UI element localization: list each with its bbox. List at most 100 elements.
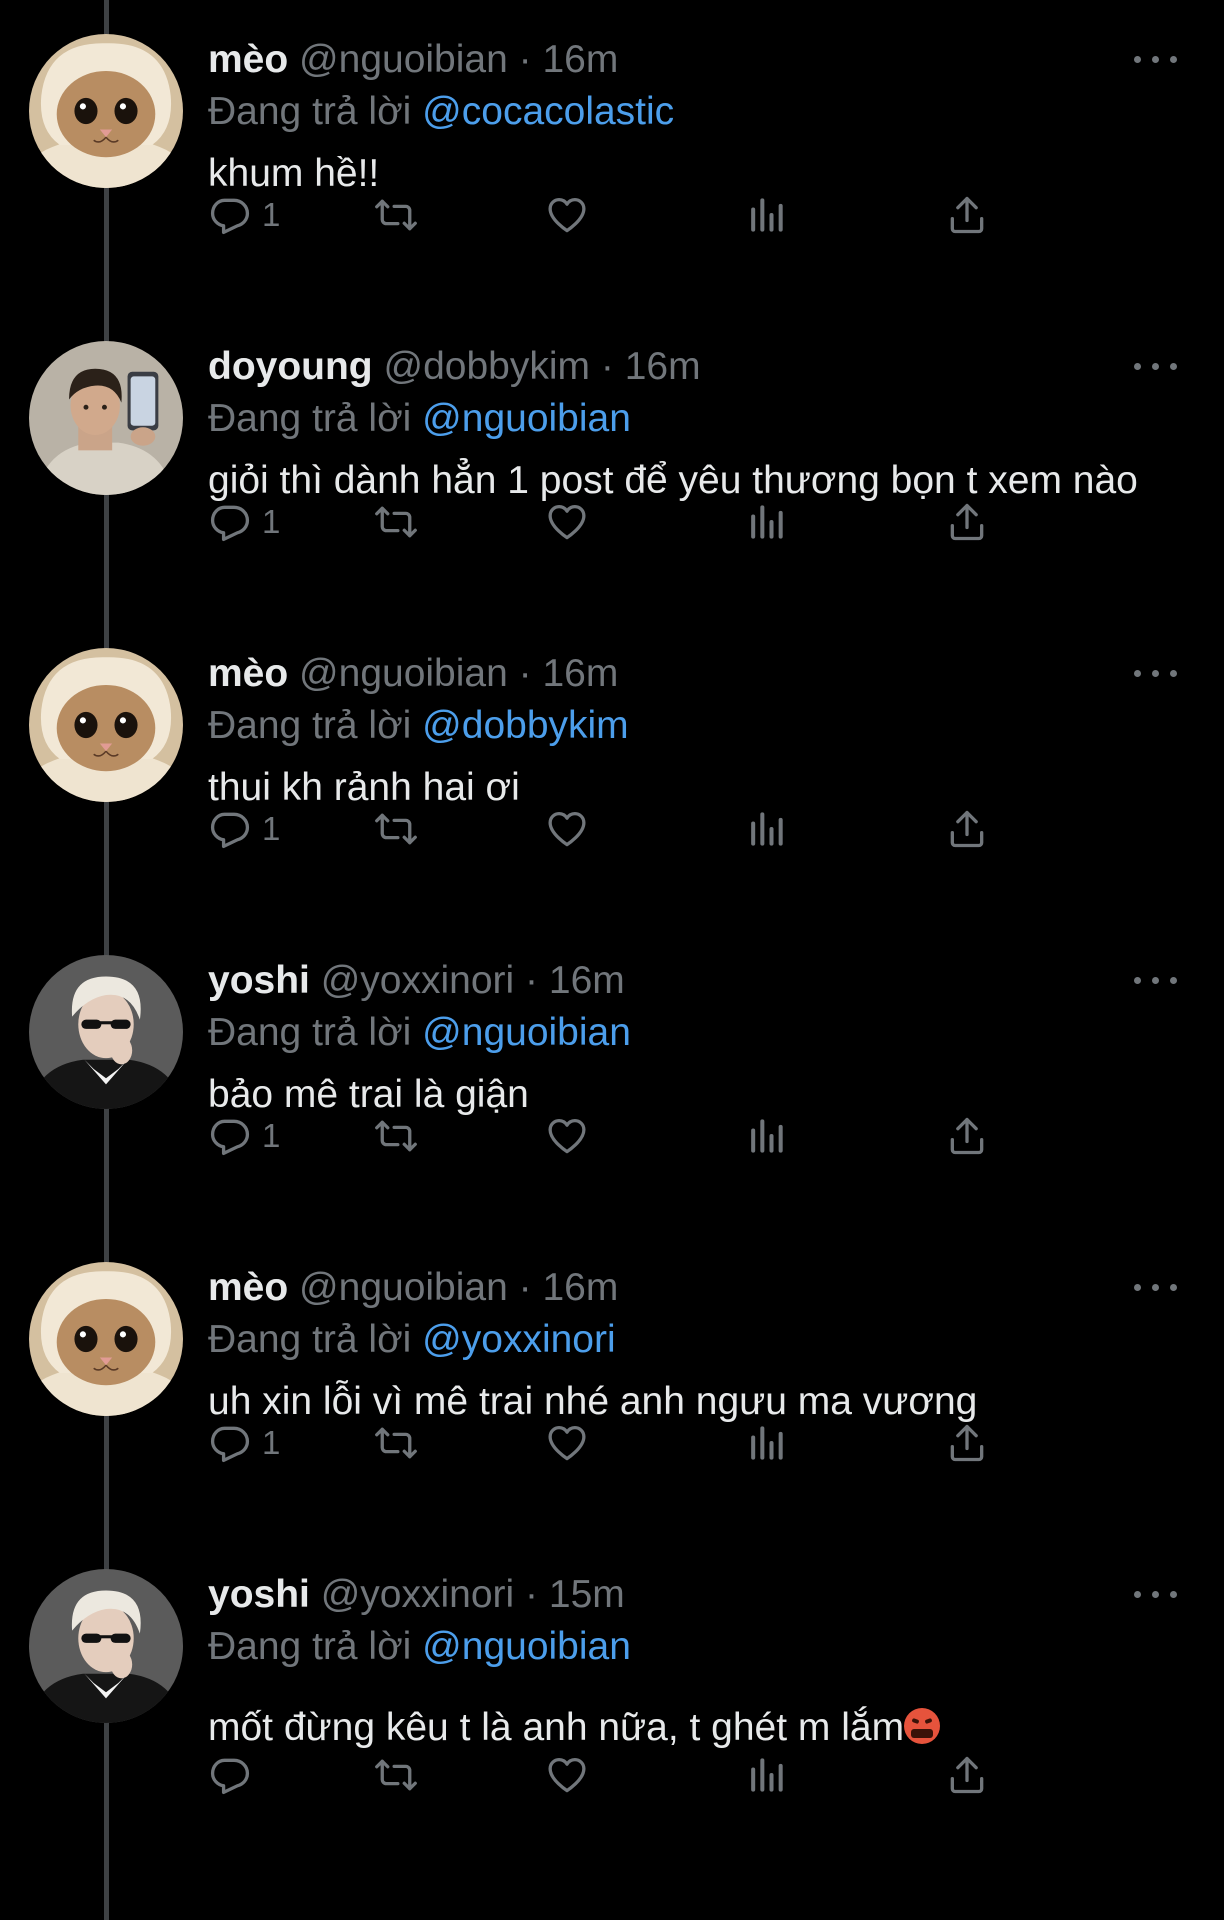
reply-button[interactable]: 1 (208, 492, 280, 552)
timestamp[interactable]: 16m (542, 1266, 618, 1309)
share-button[interactable] (945, 1745, 989, 1805)
avatar-person-glasses[interactable] (29, 1569, 183, 1723)
retweet-icon (375, 1427, 417, 1459)
views-button[interactable] (744, 185, 788, 245)
display-name[interactable]: doyoung (208, 345, 373, 388)
share-button[interactable] (945, 1106, 989, 1166)
share-button[interactable] (945, 799, 989, 859)
replying-to-label: Đang trả lời (208, 90, 412, 133)
retweet-button[interactable] (374, 1745, 418, 1805)
avatar-cat[interactable] (29, 1262, 183, 1416)
tweet-header: doyoung @dobbykim · 16m (208, 341, 701, 393)
separator-dot: · (525, 959, 539, 1002)
views-icon (751, 1426, 783, 1460)
mention-link[interactable]: @nguoibian (422, 1625, 631, 1668)
like-button[interactable] (545, 1106, 589, 1166)
like-button[interactable] (545, 185, 589, 245)
display-name[interactable]: mèo (208, 652, 288, 695)
like-button[interactable] (545, 799, 589, 859)
tweet[interactable]: mèo @nguoibian · 16m Đang trả lời @cocac… (0, 0, 1224, 307)
timestamp[interactable]: 16m (542, 652, 618, 695)
like-button[interactable] (545, 1745, 589, 1805)
separator-dot: · (600, 345, 614, 388)
display-name[interactable]: yoshi (208, 1573, 310, 1616)
retweet-icon (375, 1120, 417, 1152)
mention-link[interactable]: @nguoibian (422, 397, 631, 440)
reply-icon (210, 198, 250, 235)
share-button[interactable] (945, 185, 989, 245)
user-handle[interactable]: @yoxxinori (321, 1573, 514, 1616)
display-name[interactable]: mèo (208, 1266, 288, 1309)
user-handle[interactable]: @yoxxinori (321, 959, 514, 1002)
more-icon[interactable] (1128, 36, 1184, 82)
separator-dot: · (518, 652, 532, 695)
user-handle[interactable]: @nguoibian (299, 1266, 508, 1309)
tweet[interactable]: mèo @nguoibian · 16m Đang trả lời @dobby… (0, 614, 1224, 921)
more-icon[interactable] (1128, 1264, 1184, 1310)
replying-to-label: Đang trả lời (208, 397, 412, 440)
mention-link[interactable]: @cocacolastic (422, 90, 674, 133)
reply-count: 1 (262, 196, 281, 233)
retweet-button[interactable] (374, 1413, 418, 1473)
more-icon[interactable] (1128, 957, 1184, 1003)
views-button[interactable] (744, 799, 788, 859)
share-icon (950, 1424, 984, 1462)
user-handle[interactable]: @dobbykim (383, 345, 590, 388)
user-handle[interactable]: @nguoibian (299, 652, 508, 695)
display-name[interactable]: mèo (208, 38, 288, 81)
retweet-icon (375, 813, 417, 845)
tweet[interactable]: yoshi @yoxxinori · 16m Đang trả lời @ngu… (0, 921, 1224, 1228)
separator-dot: · (518, 38, 532, 81)
reply-button[interactable]: 1 (208, 1413, 280, 1473)
user-handle[interactable]: @nguoibian (299, 38, 508, 81)
retweet-button[interactable] (374, 799, 418, 859)
views-button[interactable] (744, 1745, 788, 1805)
display-name[interactable]: yoshi (208, 959, 310, 1002)
tweet-header: yoshi @yoxxinori · 15m (208, 1569, 625, 1621)
reply-icon (210, 812, 250, 849)
tweet-header: yoshi @yoxxinori · 16m (208, 955, 625, 1007)
reply-count: 1 (262, 1424, 281, 1461)
share-icon (950, 503, 984, 541)
reply-button[interactable]: 1 (208, 799, 280, 859)
reply-count: 1 (262, 810, 281, 847)
replying-to-label: Đang trả lời (208, 1011, 412, 1054)
mention-link[interactable]: @dobbykim (422, 704, 629, 747)
avatar-cat[interactable] (29, 34, 183, 188)
timestamp[interactable]: 15m (549, 1573, 625, 1616)
timestamp[interactable]: 16m (549, 959, 625, 1002)
reply-button[interactable] (208, 1745, 262, 1805)
reply-button[interactable]: 1 (208, 1106, 280, 1166)
reply-button[interactable]: 1 (208, 185, 280, 245)
share-button[interactable] (945, 1413, 989, 1473)
mention-link[interactable]: @nguoibian (422, 1011, 631, 1054)
separator-dot: · (518, 1266, 532, 1309)
action-bar: 1 (208, 1106, 1088, 1166)
replying-to: Đang trả lời @nguoibian (208, 1007, 631, 1059)
more-icon[interactable] (1128, 1571, 1184, 1617)
like-button[interactable] (545, 1413, 589, 1473)
views-button[interactable] (744, 1106, 788, 1166)
views-button[interactable] (744, 1413, 788, 1473)
more-icon[interactable] (1128, 650, 1184, 696)
avatar-person-selfie[interactable] (29, 341, 183, 495)
share-button[interactable] (945, 492, 989, 552)
mention-link[interactable]: @yoxxinori (422, 1318, 615, 1361)
replying-to: Đang trả lời @yoxxinori (208, 1314, 616, 1366)
reply-count: 1 (262, 1117, 281, 1154)
retweet-icon (375, 506, 417, 538)
tweet[interactable]: mèo @nguoibian · 16m Đang trả lời @yoxxi… (0, 1228, 1224, 1535)
more-icon[interactable] (1128, 343, 1184, 389)
retweet-button[interactable] (374, 1106, 418, 1166)
timestamp[interactable]: 16m (625, 345, 701, 388)
avatar-person-glasses[interactable] (29, 955, 183, 1109)
tweet[interactable]: doyoung @dobbykim · 16m Đang trả lời @ng… (0, 307, 1224, 614)
like-button[interactable] (545, 492, 589, 552)
views-button[interactable] (744, 492, 788, 552)
retweet-button[interactable] (374, 185, 418, 245)
tweet[interactable]: yoshi @yoxxinori · 15m Đang trả lời @ngu… (0, 1535, 1224, 1920)
avatar-cat[interactable] (29, 648, 183, 802)
reply-icon (210, 505, 250, 542)
retweet-button[interactable] (374, 492, 418, 552)
timestamp[interactable]: 16m (542, 38, 618, 81)
